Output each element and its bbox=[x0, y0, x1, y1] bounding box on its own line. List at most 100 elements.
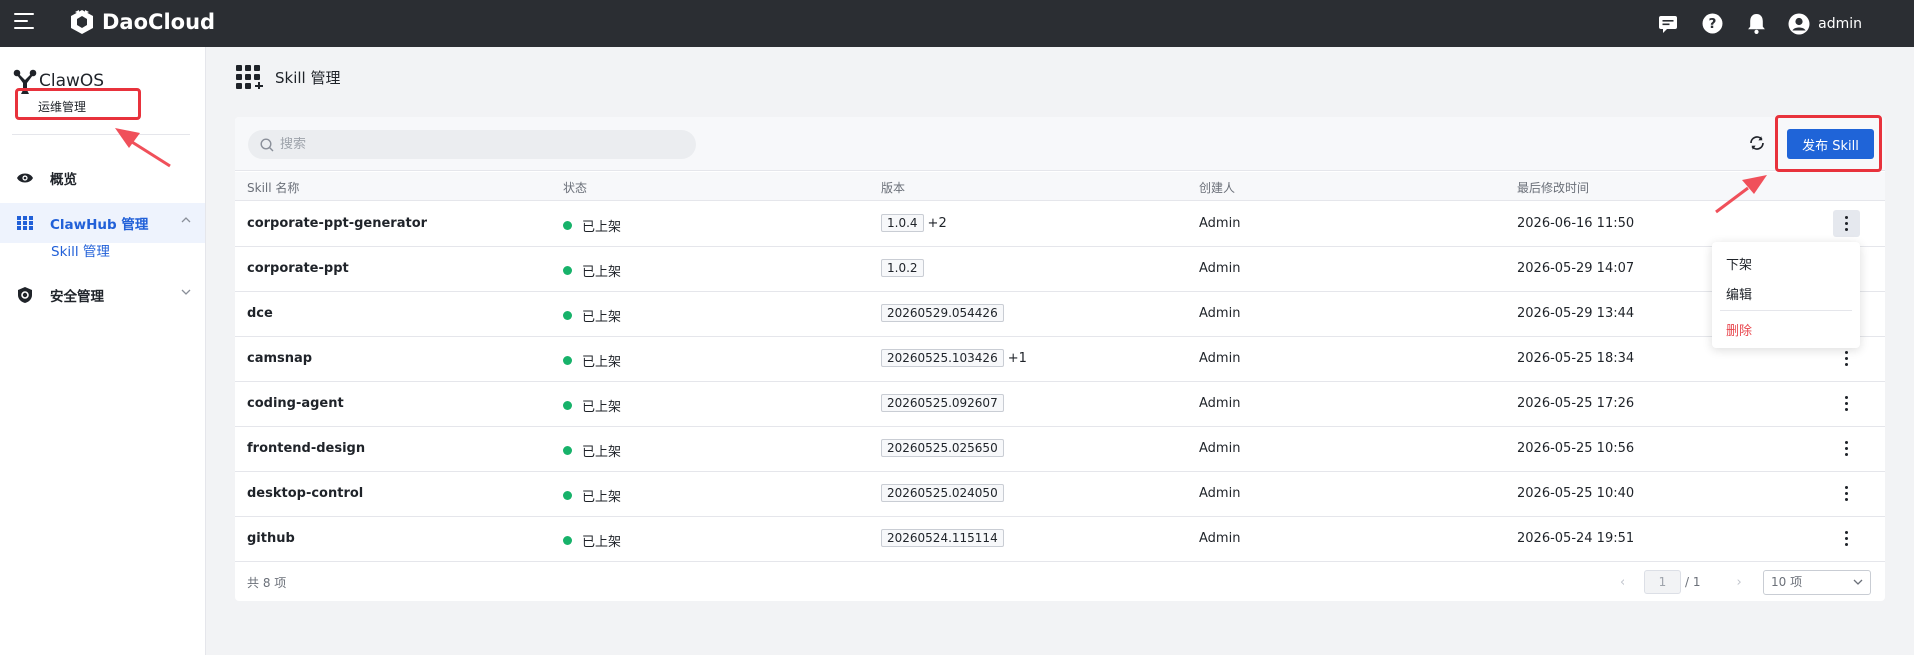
more-actions-icon[interactable] bbox=[1833, 210, 1860, 237]
highlight-box-publish bbox=[1775, 115, 1882, 172]
column-header-version[interactable]: 版本 bbox=[881, 179, 905, 196]
sidebar-divider bbox=[12, 134, 190, 135]
skill-name[interactable]: frontend-design bbox=[247, 441, 365, 456]
modified-time: 2026-06-16 11:50 bbox=[1517, 216, 1635, 231]
version-cell: 20260529.054426 bbox=[881, 304, 1004, 322]
menu-item-unpublish[interactable]: 下架 bbox=[1726, 254, 1752, 273]
table-row[interactable]: corporate-ppt 已上架 1.0.2 Admin 2026-05-29 14:… bbox=[235, 247, 1885, 292]
column-header-creator[interactable]: 创建人 bbox=[1199, 179, 1235, 196]
svg-text:?: ? bbox=[1708, 16, 1716, 32]
search-input[interactable] bbox=[280, 137, 680, 152]
skill-table-card: 发布 Skill Skill 名称 状态 版本 创建人 最后修改时间 corpo… bbox=[235, 117, 1885, 601]
skill-name[interactable]: corporate-ppt bbox=[247, 261, 349, 276]
version-tag: 1.0.4 bbox=[881, 214, 924, 232]
status-badge: 已上架 bbox=[563, 261, 621, 280]
status-text: 已上架 bbox=[582, 400, 622, 415]
next-page-icon[interactable]: › bbox=[1737, 575, 1753, 590]
bell-icon[interactable] bbox=[1744, 12, 1768, 36]
version-extra-count[interactable]: +2 bbox=[928, 216, 947, 231]
table-row[interactable]: corporate-ppt-generator 已上架 1.0.4 +2 Admin 20… bbox=[235, 202, 1885, 247]
user-menu[interactable]: admin bbox=[1788, 13, 1862, 35]
skill-name[interactable]: camsnap bbox=[247, 351, 312, 366]
sidebar-item-security[interactable]: 安全管理 bbox=[0, 275, 205, 315]
table-row[interactable]: camsnap 已上架 20260525.103426 +1 Admin 2026-05-… bbox=[235, 337, 1885, 382]
more-actions-icon[interactable] bbox=[1833, 435, 1860, 462]
page-header: Skill 管理 bbox=[236, 65, 340, 89]
status-dot bbox=[563, 536, 572, 545]
sidebar-item-overview[interactable]: 概览 bbox=[0, 158, 205, 198]
status-dot bbox=[563, 266, 572, 275]
skill-name[interactable]: coding-agent bbox=[247, 396, 344, 411]
status-text: 已上架 bbox=[582, 490, 622, 505]
more-actions-icon[interactable] bbox=[1833, 480, 1860, 507]
status-text: 已上架 bbox=[582, 535, 622, 550]
version-tag: 20260525.092607 bbox=[881, 394, 1004, 412]
menu-icon[interactable] bbox=[14, 13, 34, 33]
version-extra-count[interactable]: +1 bbox=[1008, 351, 1027, 366]
version-tag: 20260525.024050 bbox=[881, 484, 1004, 502]
column-header-name[interactable]: Skill 名称 bbox=[247, 179, 299, 196]
message-icon[interactable] bbox=[1656, 12, 1680, 36]
page-size-value: 10 项 bbox=[1771, 575, 1803, 589]
skill-name[interactable]: github bbox=[247, 531, 295, 546]
prev-page-icon[interactable]: ‹ bbox=[1620, 575, 1636, 590]
table-row[interactable]: desktop-control 已上架 20260525.024050 Admin 20… bbox=[235, 472, 1885, 517]
table-header: Skill 名称 状态 版本 创建人 最后修改时间 bbox=[235, 172, 1885, 201]
skill-name[interactable]: corporate-ppt-generator bbox=[247, 216, 427, 231]
sidebar-item-clawhub[interactable]: ClawHub 管理 bbox=[0, 203, 205, 243]
status-text: 已上架 bbox=[582, 220, 622, 235]
page-size-select[interactable]: 10 项 bbox=[1763, 570, 1871, 595]
skill-name[interactable]: dce bbox=[247, 306, 273, 321]
version-cell: 20260525.103426 +1 bbox=[881, 349, 1027, 367]
more-actions-icon[interactable] bbox=[1833, 390, 1860, 417]
more-actions-icon[interactable] bbox=[1833, 525, 1860, 552]
menu-item-delete[interactable]: 删除 bbox=[1726, 320, 1752, 339]
modified-time: 2026-05-25 10:56 bbox=[1517, 441, 1635, 456]
page-total: / 1 bbox=[1685, 575, 1701, 589]
more-actions-icon[interactable] bbox=[1833, 345, 1860, 372]
version-cell: 20260525.092607 bbox=[881, 394, 1004, 412]
column-header-modified[interactable]: 最后修改时间 bbox=[1517, 179, 1589, 196]
table-row[interactable]: github 已上架 20260524.115114 Admin 2026-05-24 … bbox=[235, 517, 1885, 562]
menu-item-edit[interactable]: 编辑 bbox=[1726, 284, 1752, 303]
modified-time: 2026-05-29 13:44 bbox=[1517, 306, 1635, 321]
status-badge: 已上架 bbox=[563, 351, 621, 370]
skill-grid-icon bbox=[236, 65, 263, 89]
chevron-up-icon bbox=[181, 217, 191, 223]
status-badge: 已上架 bbox=[563, 306, 621, 325]
creator: Admin bbox=[1199, 396, 1241, 411]
skill-name[interactable]: desktop-control bbox=[247, 486, 363, 501]
column-header-status[interactable]: 状态 bbox=[563, 179, 587, 196]
creator: Admin bbox=[1199, 306, 1241, 321]
grid-icon bbox=[16, 214, 34, 232]
table-row[interactable]: coding-agent 已上架 20260525.092607 Admin 2026-… bbox=[235, 382, 1885, 427]
brand-name: DaoCloud bbox=[102, 10, 216, 34]
version-cell: 20260525.025650 bbox=[881, 439, 1004, 457]
table-row[interactable]: dce 已上架 20260529.054426 Admin 2026-05-29 13:… bbox=[235, 292, 1885, 337]
status-text: 已上架 bbox=[582, 310, 622, 325]
table-toolbar: 发布 Skill bbox=[235, 117, 1885, 171]
status-dot bbox=[563, 356, 572, 365]
version-tag: 20260525.025650 bbox=[881, 439, 1004, 457]
version-cell: 20260525.024050 bbox=[881, 484, 1004, 502]
table-footer: 共 8 项 ‹ 1 / 1 › 10 项 bbox=[235, 561, 1885, 601]
search-icon bbox=[260, 137, 274, 151]
sidebar-item-label: 安全管理 bbox=[50, 289, 104, 305]
daocloud-logo-icon bbox=[71, 10, 93, 34]
search-box[interactable] bbox=[248, 130, 696, 159]
table-row[interactable]: frontend-design 已上架 20260525.025650 Admin 20… bbox=[235, 427, 1885, 472]
modified-time: 2026-05-25 17:26 bbox=[1517, 396, 1635, 411]
status-text: 已上架 bbox=[582, 355, 622, 370]
page-input[interactable]: 1 bbox=[1644, 570, 1681, 594]
refresh-icon[interactable] bbox=[1748, 134, 1766, 152]
brand-logo[interactable]: DaoCloud bbox=[68, 8, 215, 36]
version-cell: 1.0.4 +2 bbox=[881, 214, 947, 232]
user-name: admin bbox=[1818, 15, 1862, 32]
help-icon[interactable]: ? bbox=[1700, 12, 1724, 36]
creator: Admin bbox=[1199, 531, 1241, 546]
version-tag: 1.0.2 bbox=[881, 259, 924, 277]
creator: Admin bbox=[1199, 441, 1241, 456]
sidebar-subitem-skill[interactable]: Skill 管理 bbox=[51, 240, 110, 260]
status-text: 已上架 bbox=[582, 445, 622, 460]
highlight-box-app-subtitle bbox=[15, 88, 141, 120]
